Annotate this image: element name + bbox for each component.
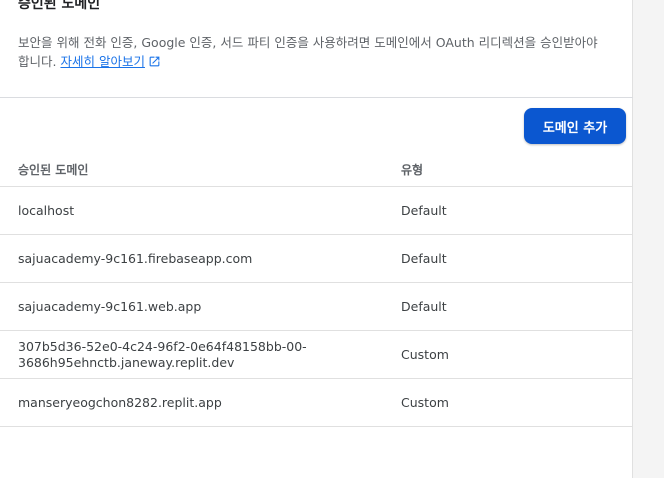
authorized-domains-card: 승인된 도메인 보안을 위해 전화 인증, Google 인증, 서드 파티 인… — [0, 0, 633, 478]
domains-table: 승인된 도메인 유형 localhost Default sajuacademy… — [0, 154, 633, 427]
table-row[interactable]: 307b5d36-52e0-4c24-96f2-0e64f48158bb-00-… — [0, 331, 633, 379]
column-header-domain: 승인된 도메인 — [18, 163, 89, 177]
section-description: 보안을 위해 전화 인증, Google 인증, 서드 파티 인증을 사용하려면… — [18, 33, 608, 73]
type-cell: Default — [401, 202, 447, 218]
section-divider — [0, 97, 633, 98]
section-title: 승인된 도메인 — [18, 0, 101, 12]
table-row[interactable]: sajuacademy-9c161.firebaseapp.com Defaul… — [0, 235, 633, 283]
table-header: 승인된 도메인 유형 — [0, 154, 633, 187]
domain-cell: localhost — [18, 202, 75, 218]
type-cell: Default — [401, 298, 447, 314]
table-row[interactable]: localhost Default — [0, 187, 633, 235]
domain-line-1: 307b5d36-52e0-4c24-96f2-0e64f48158bb-00- — [18, 338, 307, 354]
domain-cell: sajuacademy-9c161.web.app — [18, 298, 202, 314]
domain-line-2: 3686h95ehnctb.janeway.replit.dev — [18, 354, 235, 370]
type-cell: Custom — [401, 394, 449, 410]
learn-more-label: 자세히 알아보기 — [60, 54, 145, 69]
table-row[interactable]: manseryeogchon8282.replit.app Custom — [0, 379, 633, 427]
type-cell: Default — [401, 250, 447, 266]
column-header-type: 유형 — [401, 163, 424, 177]
domain-cell: manseryeogchon8282.replit.app — [18, 394, 222, 410]
type-cell: Custom — [401, 346, 449, 362]
page-background-gutter — [633, 0, 664, 478]
table-row[interactable]: sajuacademy-9c161.web.app Default — [0, 283, 633, 331]
domain-cell: sajuacademy-9c161.firebaseapp.com — [18, 250, 253, 266]
add-domain-button[interactable]: 도메인 추가 — [524, 108, 626, 144]
open-in-new-icon — [148, 54, 161, 73]
learn-more-link[interactable]: 자세히 알아보기 — [60, 54, 144, 69]
page: 승인된 도메인 보안을 위해 전화 인증, Google 인증, 서드 파티 인… — [0, 0, 664, 478]
domain-cell: 307b5d36-52e0-4c24-96f2-0e64f48158bb-00-… — [18, 331, 318, 378]
